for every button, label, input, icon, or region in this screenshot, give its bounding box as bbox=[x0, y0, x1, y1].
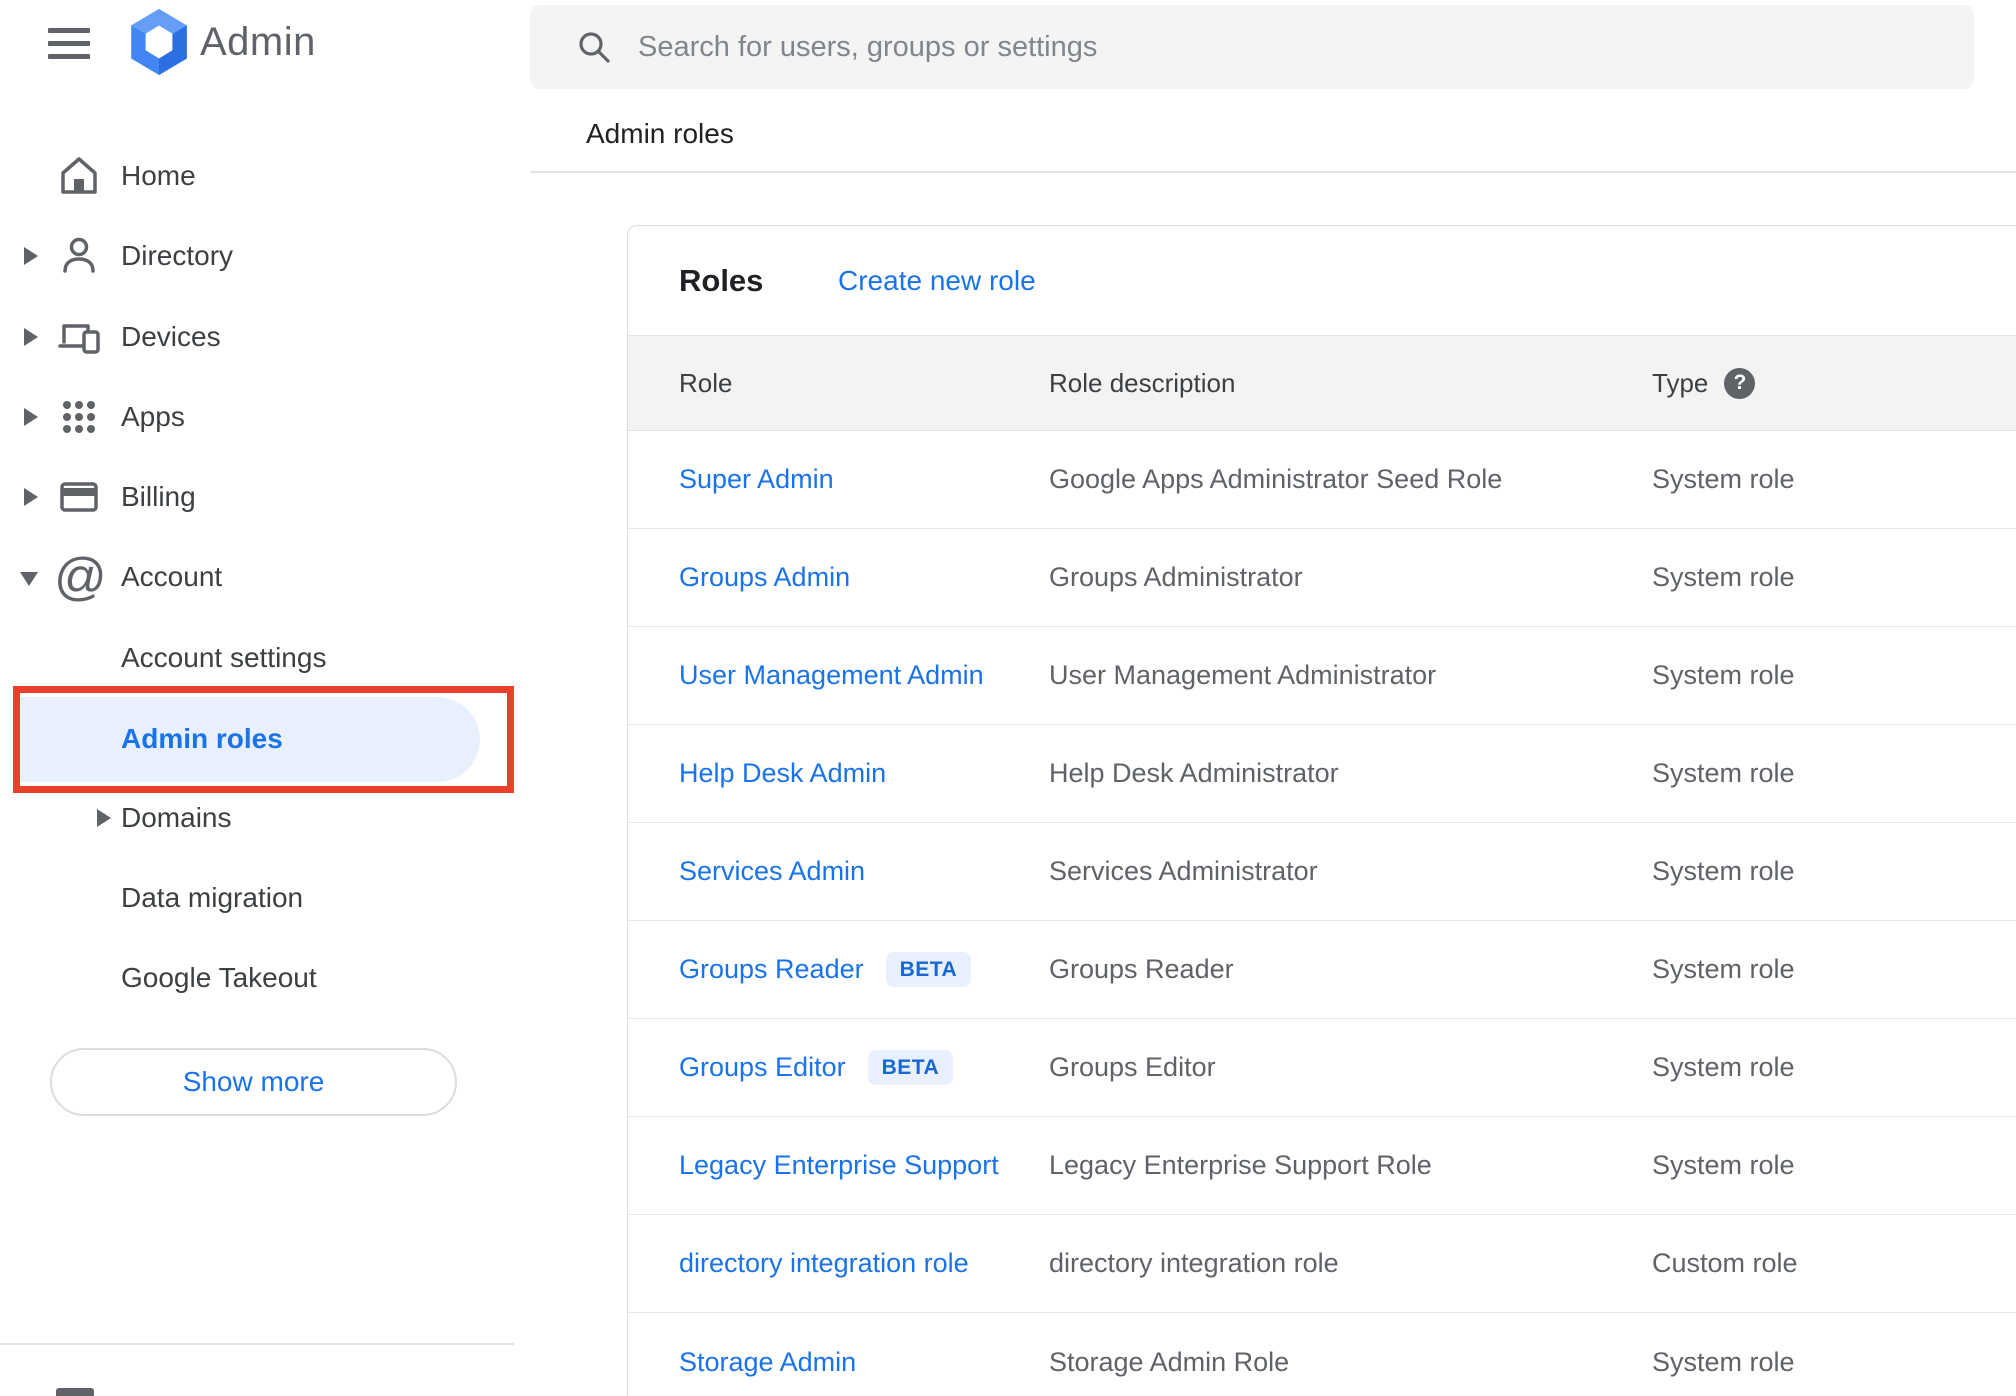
sidebar-item-label: Apps bbox=[121, 401, 185, 432]
sidebar-item-label: Data migration bbox=[121, 882, 304, 913]
sidebar-item-label: Google Takeout bbox=[121, 962, 317, 993]
column-header-role: Role bbox=[679, 367, 733, 398]
home-icon bbox=[61, 157, 97, 194]
expand-arrow-icon[interactable] bbox=[24, 488, 38, 506]
role-description: User Management Administrator bbox=[1049, 660, 1437, 690]
sidebar-item-label: Devices bbox=[121, 321, 221, 352]
devices-icon bbox=[58, 324, 100, 354]
apps-grid-icon bbox=[63, 401, 95, 433]
table-row: Groups Editor BETA Groups Editor System … bbox=[628, 1019, 2016, 1117]
table-row: Legacy Enterprise Support Legacy Enterpr… bbox=[628, 1117, 2016, 1215]
sidebar-item-account[interactable]: @ Account bbox=[0, 537, 530, 617]
beta-badge: BETA bbox=[867, 1050, 954, 1085]
expand-arrow-icon[interactable] bbox=[24, 247, 38, 265]
sidebar-item-billing[interactable]: Billing bbox=[0, 457, 530, 537]
sidebar-item-google-takeout[interactable]: Google Takeout bbox=[0, 938, 530, 1018]
expand-arrow-icon[interactable] bbox=[24, 408, 38, 426]
role-description: Google Apps Administrator Seed Role bbox=[1049, 464, 1503, 494]
sidebar-item-label: Directory bbox=[121, 240, 234, 271]
role-link[interactable]: Groups Editor bbox=[679, 1052, 846, 1083]
admin-logo-icon bbox=[131, 9, 187, 75]
role-type: System role bbox=[1652, 1346, 1795, 1377]
role-link[interactable]: Storage Admin bbox=[679, 1347, 856, 1378]
sidebar-item-label: Billing bbox=[121, 481, 196, 512]
table-row: Super Admin Google Apps Administrator Se… bbox=[628, 431, 2016, 529]
table-row: Groups Reader BETA Groups Reader System … bbox=[628, 921, 2016, 1019]
role-type: System role bbox=[1652, 1052, 1795, 1082]
role-type: Custom role bbox=[1652, 1248, 1798, 1278]
sidebar-item-label: Account settings bbox=[121, 642, 327, 673]
role-type: System role bbox=[1652, 856, 1795, 886]
collapse-arrow-icon[interactable] bbox=[20, 572, 38, 586]
role-link[interactable]: Groups Reader bbox=[679, 954, 864, 985]
role-link[interactable]: Groups Admin bbox=[679, 562, 850, 593]
person-icon bbox=[63, 237, 95, 273]
role-link[interactable]: Super Admin bbox=[679, 464, 834, 495]
sidebar-item-label: Account bbox=[121, 561, 223, 592]
table-row: directory integration role directory int… bbox=[628, 1215, 2016, 1313]
role-link[interactable]: Services Admin bbox=[679, 856, 865, 887]
role-description: Services Administrator bbox=[1049, 856, 1318, 886]
search-icon bbox=[579, 32, 610, 63]
sidebar-item-domains[interactable]: Domains bbox=[0, 778, 530, 858]
role-link[interactable]: User Management Admin bbox=[679, 660, 984, 691]
sidebar-item-apps[interactable]: Apps bbox=[0, 377, 530, 457]
role-description: Help Desk Administrator bbox=[1049, 758, 1339, 788]
role-description: directory integration role bbox=[1049, 1248, 1339, 1278]
table-row: User Management Admin User Management Ad… bbox=[628, 627, 2016, 725]
role-type: System role bbox=[1652, 954, 1795, 984]
table-row: Groups Admin Groups Administrator System… bbox=[628, 529, 2016, 627]
annotation-highlight-box bbox=[13, 686, 514, 793]
sidebar-item-label: Domains bbox=[121, 802, 232, 833]
roles-card: Roles Create new role Role Role descript… bbox=[627, 225, 2016, 1396]
column-header-description: Role description bbox=[1049, 367, 1236, 398]
role-type: System role bbox=[1652, 660, 1795, 690]
credit-card-icon bbox=[60, 482, 98, 512]
clipped-bottom-icon bbox=[56, 1388, 94, 1396]
sidebar-item-label: Home bbox=[121, 160, 196, 191]
at-sign-icon: @ bbox=[54, 548, 107, 606]
role-description: Groups Reader bbox=[1049, 954, 1234, 984]
expand-arrow-icon[interactable] bbox=[97, 809, 111, 827]
role-description: Legacy Enterprise Support Role bbox=[1049, 1150, 1432, 1180]
card-header: Roles Create new role bbox=[628, 226, 2016, 335]
role-description: Storage Admin Role bbox=[1049, 1346, 1290, 1377]
google-admin-console: Admin Home Directory Devices Apps Billin… bbox=[0, 0, 2016, 1396]
role-link[interactable]: Help Desk Admin bbox=[679, 758, 886, 789]
search-input[interactable] bbox=[638, 30, 1944, 64]
table-row: Services Admin Services Administrator Sy… bbox=[628, 823, 2016, 921]
sidebar: Admin Home Directory Devices Apps Billin… bbox=[0, 0, 530, 1396]
role-description: Groups Editor bbox=[1049, 1052, 1216, 1082]
table-header-row: Role Role description Type ? bbox=[628, 335, 2016, 431]
role-description: Groups Administrator bbox=[1049, 562, 1303, 592]
sidebar-divider bbox=[0, 1343, 514, 1345]
help-icon[interactable]: ? bbox=[1724, 367, 1756, 399]
sidebar-item-devices[interactable]: Devices bbox=[0, 297, 530, 377]
menu-hamburger-icon[interactable] bbox=[48, 26, 90, 60]
show-more-button[interactable]: Show more bbox=[50, 1048, 457, 1116]
card-title: Roles bbox=[679, 262, 764, 298]
role-type: System role bbox=[1652, 758, 1795, 788]
app-title: Admin bbox=[200, 20, 316, 64]
sidebar-item-data-migration[interactable]: Data migration bbox=[0, 858, 530, 938]
expand-arrow-icon[interactable] bbox=[24, 328, 38, 346]
sidebar-item-directory[interactable]: Directory bbox=[0, 216, 530, 296]
column-header-type: Type bbox=[1652, 367, 1709, 398]
table-row: Help Desk Admin Help Desk Administrator … bbox=[628, 725, 2016, 823]
role-type: System role bbox=[1652, 562, 1795, 592]
global-search-bar[interactable] bbox=[530, 5, 1974, 89]
content-divider bbox=[530, 171, 2016, 173]
role-type: System role bbox=[1652, 1150, 1795, 1180]
sidebar-item-home[interactable]: Home bbox=[0, 136, 530, 216]
role-type: System role bbox=[1652, 464, 1795, 494]
beta-badge: BETA bbox=[885, 952, 972, 987]
table-row: Storage Admin Storage Admin Role System … bbox=[628, 1313, 2016, 1396]
role-link[interactable]: Legacy Enterprise Support bbox=[679, 1150, 999, 1181]
breadcrumb: Admin roles bbox=[586, 118, 734, 149]
create-new-role-link[interactable]: Create new role bbox=[838, 265, 1036, 297]
role-link[interactable]: directory integration role bbox=[679, 1248, 969, 1279]
